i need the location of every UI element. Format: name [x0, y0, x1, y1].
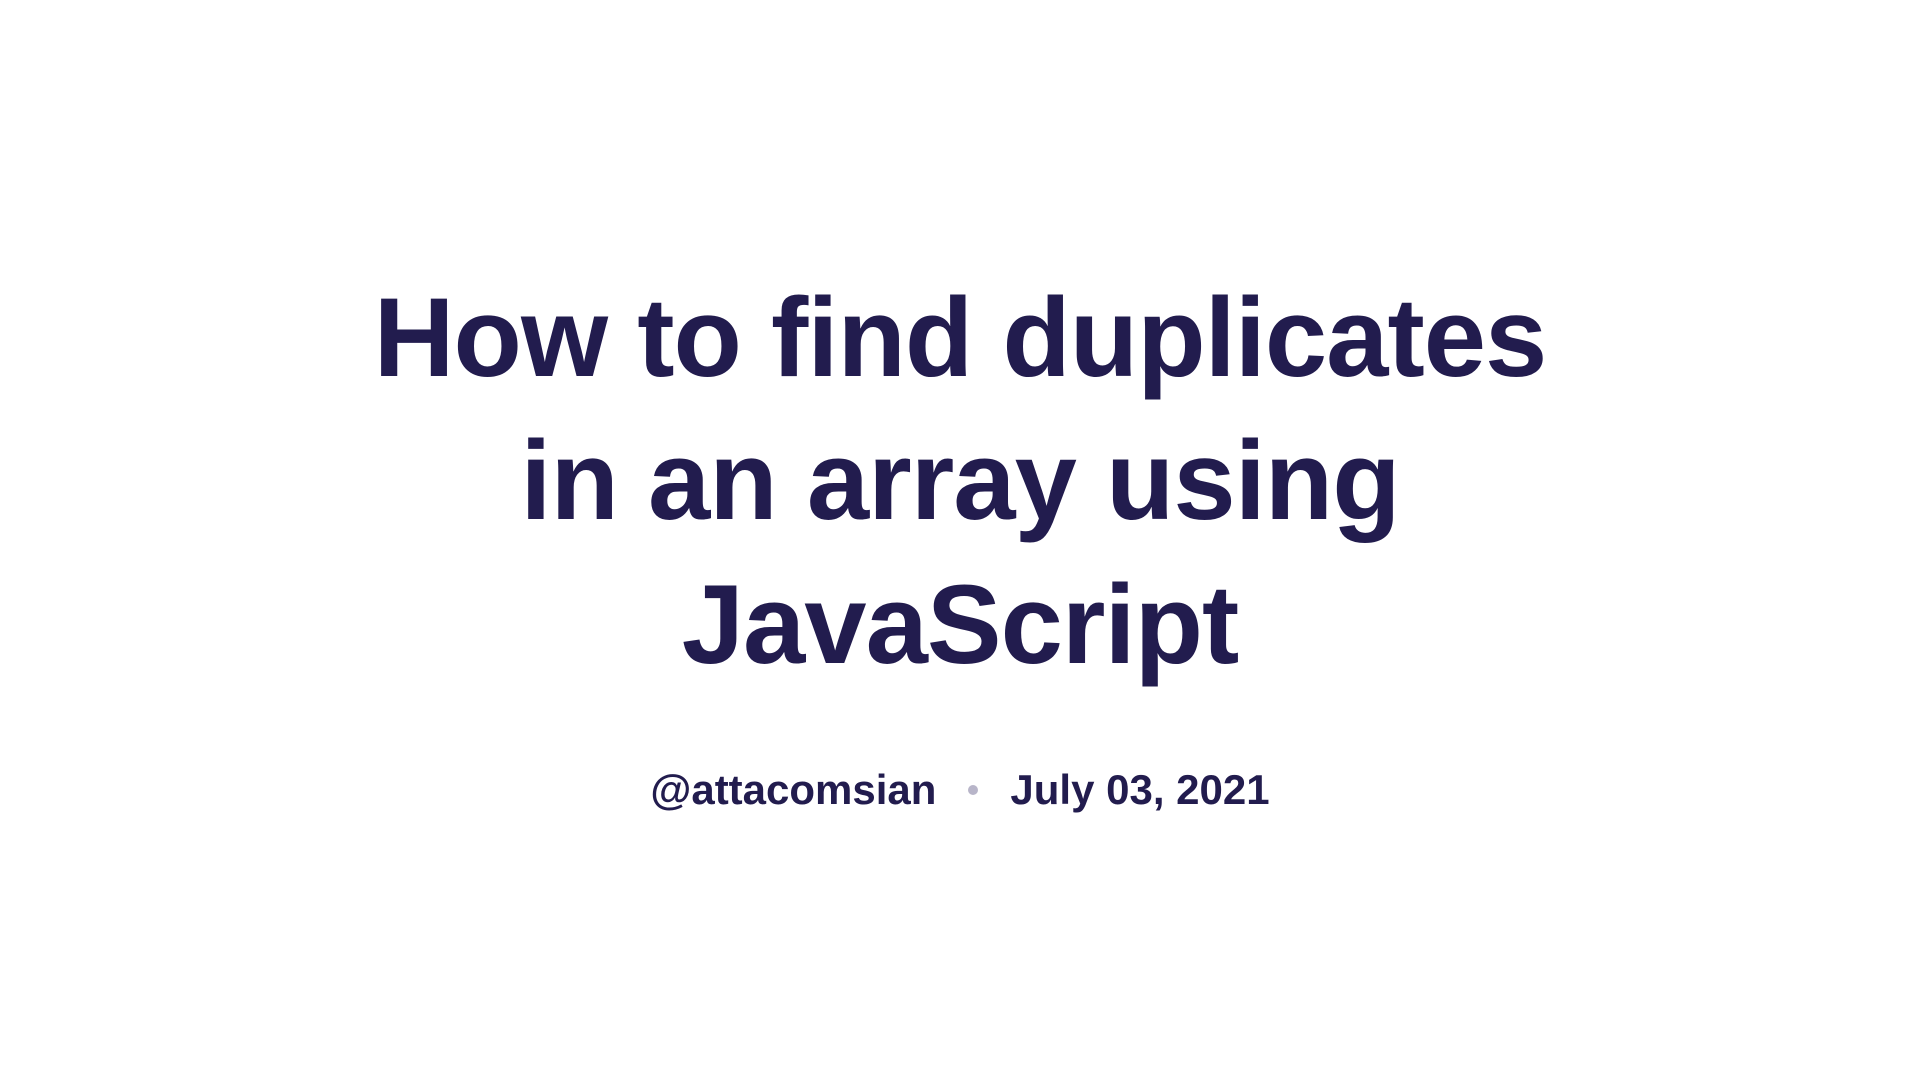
publish-date: July 03, 2021 [1010, 766, 1269, 814]
author-handle: @attacomsian [650, 766, 936, 814]
meta-row: @attacomsian July 03, 2021 [360, 766, 1560, 814]
article-title: How to find duplicates in an array using… [360, 266, 1560, 696]
separator-dot [968, 785, 978, 795]
card-container: How to find duplicates in an array using… [360, 266, 1560, 814]
